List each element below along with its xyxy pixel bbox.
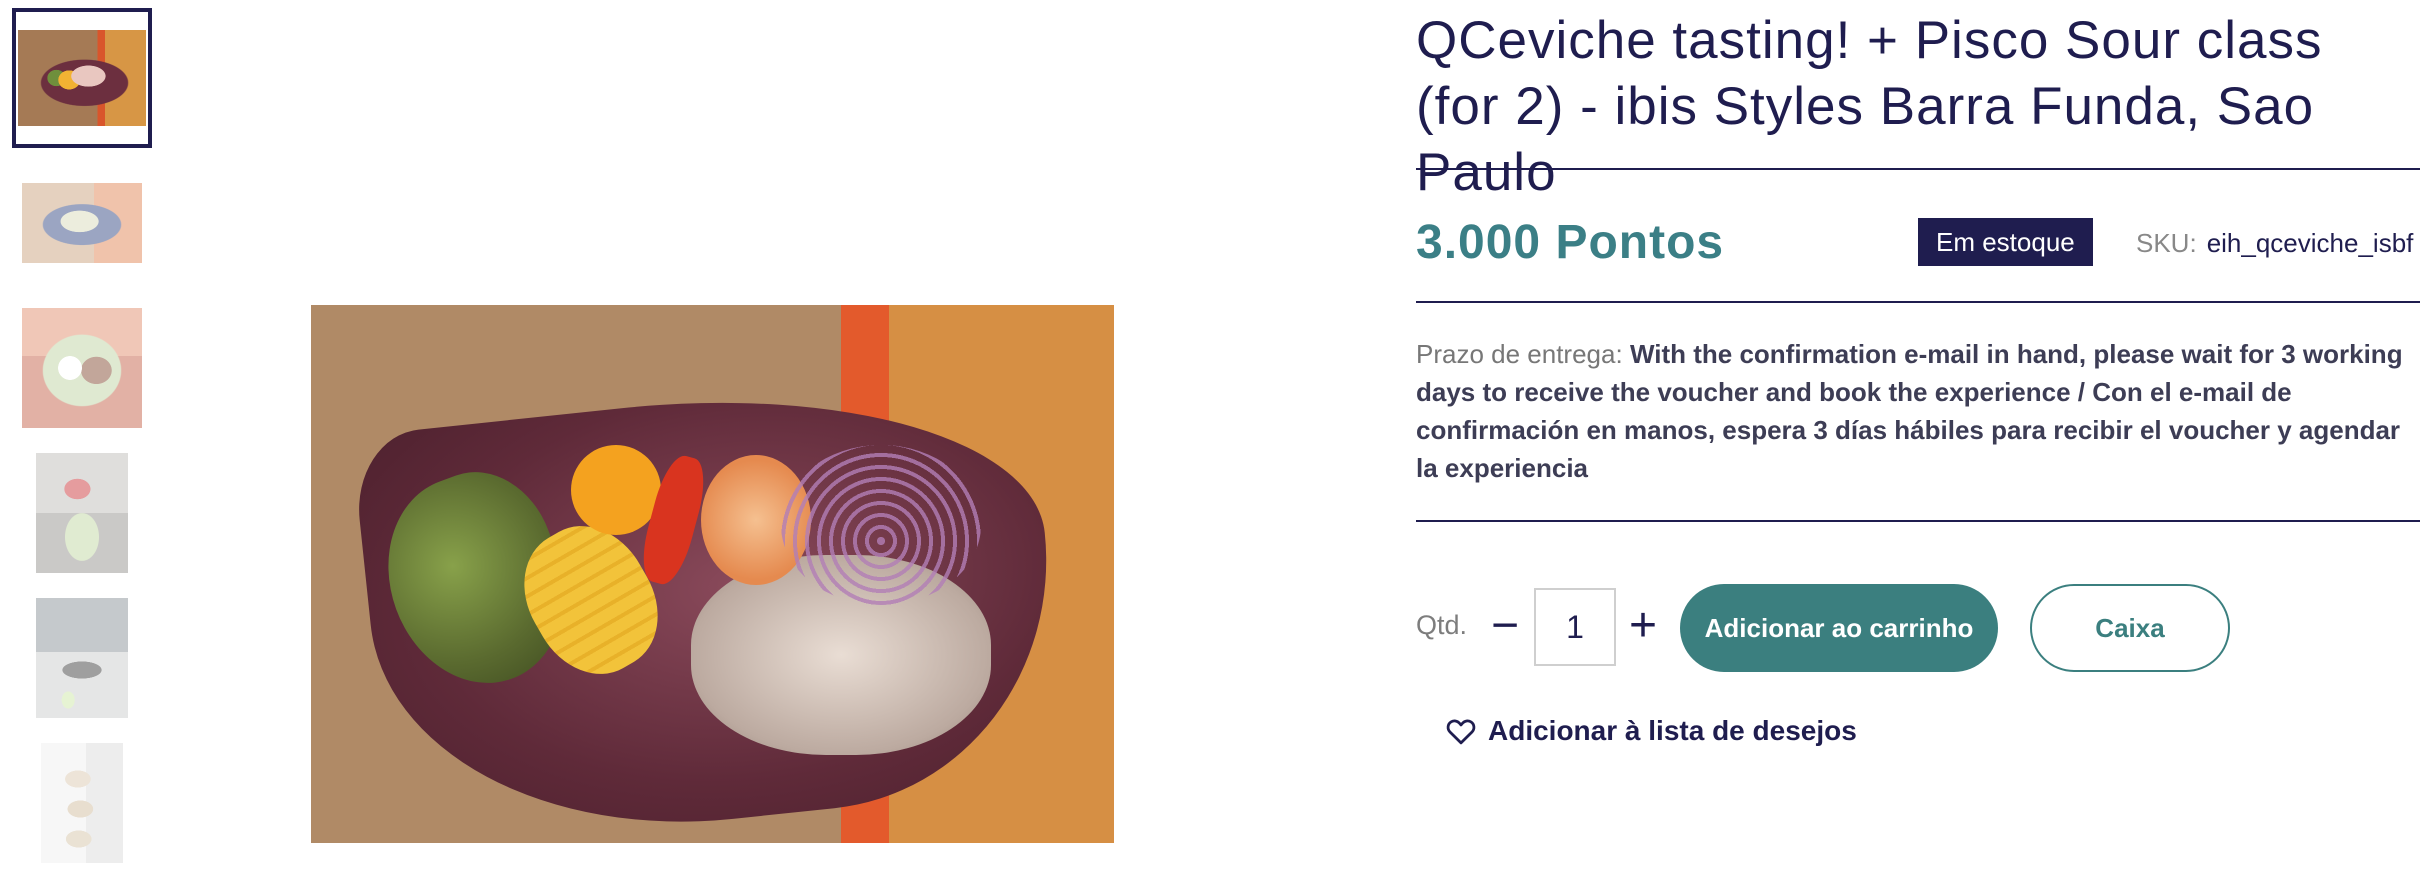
sku-label: SKU:	[2136, 228, 2197, 258]
ceviche-bowl-thumbnail-image	[22, 183, 142, 263]
stock-badge: Em estoque	[1918, 218, 2093, 266]
thumbnail-3[interactable]	[12, 298, 152, 438]
bar-thumbnail-image	[36, 598, 128, 718]
main-product-image	[311, 305, 1114, 843]
drink-thumbnail-image	[36, 453, 128, 573]
sku-value: eih_qceviche_isbf	[2206, 228, 2414, 258]
sku: SKU: eih_qceviche_isbf	[2136, 228, 2413, 259]
checkout-button[interactable]: Caixa	[2030, 584, 2230, 672]
rice-plate-thumbnail-image	[22, 308, 142, 428]
product-price: 3.000 Pontos	[1416, 216, 1725, 269]
divider	[1416, 168, 2420, 170]
onion-shape	[781, 445, 981, 605]
increase-quantity-button[interactable]: +	[1620, 596, 1666, 656]
wishlist-label: Adicionar à lista de desejos	[1488, 715, 1857, 746]
product-title: QCeviche tasting! + Pisco Sour class (fo…	[1416, 11, 2323, 202]
divider	[1416, 520, 2420, 522]
product-page: QCeviche tasting! + Pisco Sour class (fo…	[0, 0, 2428, 870]
quantity-label: Qtd.	[1416, 610, 1468, 640]
delivery-label: Prazo de entrega:	[1416, 339, 1623, 369]
quantity-input[interactable]	[1534, 588, 1616, 666]
dessert-thumbnail-image	[41, 743, 123, 863]
add-to-cart-button[interactable]: Adicionar ao carrinho	[1680, 584, 1998, 672]
thumbnail-2[interactable]	[12, 153, 152, 293]
thumbnail-1[interactable]	[12, 8, 152, 148]
add-to-wishlist-link[interactable]: Adicionar à lista de desejos	[1446, 715, 1857, 747]
delivery-info: Prazo de entrega: With the confirmation …	[1416, 335, 2416, 487]
thumbnail-6[interactable]	[12, 733, 152, 870]
decrease-quantity-button[interactable]: −	[1482, 596, 1528, 656]
heart-icon	[1446, 719, 1476, 745]
sweet-potato-shape	[571, 445, 661, 535]
thumbnail-5[interactable]	[12, 588, 152, 728]
divider	[1416, 301, 2420, 303]
thumbnail-4[interactable]	[12, 443, 152, 583]
ceviche-thumbnail-image	[18, 30, 146, 126]
